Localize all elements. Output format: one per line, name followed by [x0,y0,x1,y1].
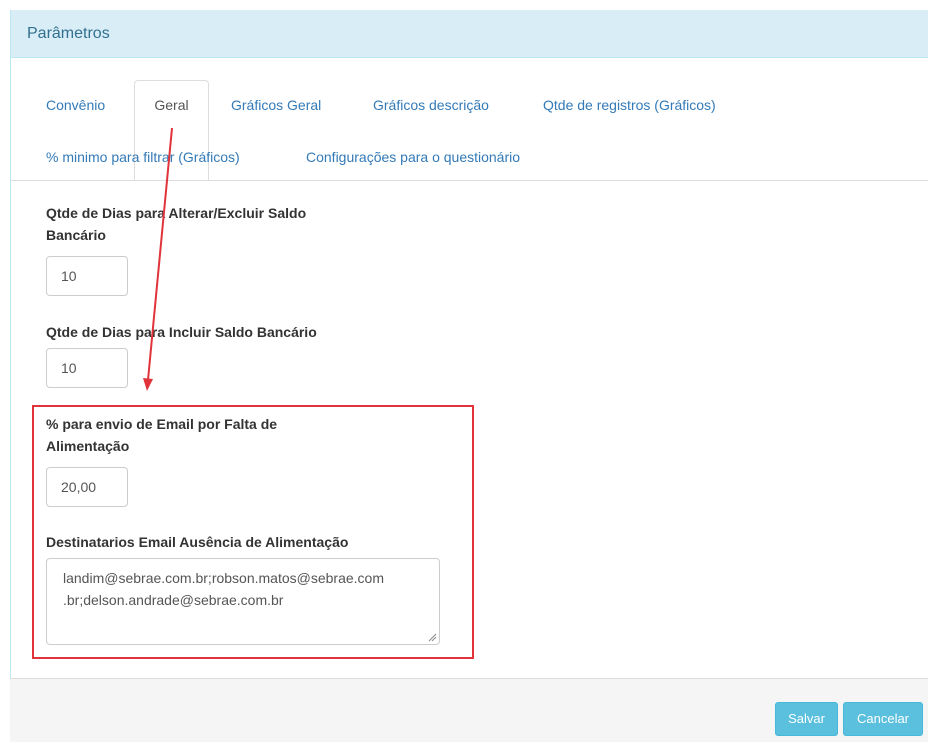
dias-alterar-input[interactable]: 10 [46,256,128,296]
tabs-divider [10,180,928,181]
tab-graficos-geral[interactable]: Gráficos Geral [231,97,321,113]
dias-incluir-input[interactable]: 10 [46,348,128,388]
label-destinatarios: Destinatarios Email Ausência de Alimenta… [46,534,349,550]
cancel-button[interactable]: Cancelar [843,702,923,736]
tab-convenio[interactable]: Convênio [46,97,105,113]
tab-geral-label: Geral [154,97,189,113]
label-percent-email: % para envio de Email por Falta de Alime… [46,413,277,457]
label-dias-alterar: Qtde de Dias para Alterar/Excluir Saldo … [46,202,306,246]
resize-grip-icon[interactable] [427,632,437,642]
label-percent-email-line1: % para envio de Email por Falta de [46,416,278,432]
label-dias-alterar-line1: Qtde de Dias para Alterar/Excluir Saldo [46,205,307,221]
label-dias-incluir: Qtde de Dias para Incluir Saldo Bancário [46,324,317,340]
destinatarios-textarea[interactable]: landim@sebrae.com.br;robson.matos@sebrae… [46,558,440,645]
label-percent-email-line2: Alimentação [46,438,130,454]
tab-graficos-descricao[interactable]: Gráficos descrição [373,97,489,113]
tab-config-questionario[interactable]: Configurações para o questionário [306,149,520,165]
tab-qtde-registros[interactable]: Qtde de registros (Gráficos) [543,97,716,113]
tab-minimo-filtrar[interactable]: % minimo para filtrar (Gráficos) [46,149,240,165]
tab-geral[interactable]: Geral [134,80,209,181]
save-button[interactable]: Salvar [775,702,838,736]
label-dias-alterar-line2: Bancário [46,227,106,243]
destinatarios-line2: .br;delson.andrade@sebrae.com.br [63,592,284,608]
panel-title: Parâmetros [11,10,928,58]
percent-email-input[interactable]: 20,00 [46,467,128,507]
destinatarios-line1: landim@sebrae.com.br;robson.matos@sebrae… [63,570,385,586]
